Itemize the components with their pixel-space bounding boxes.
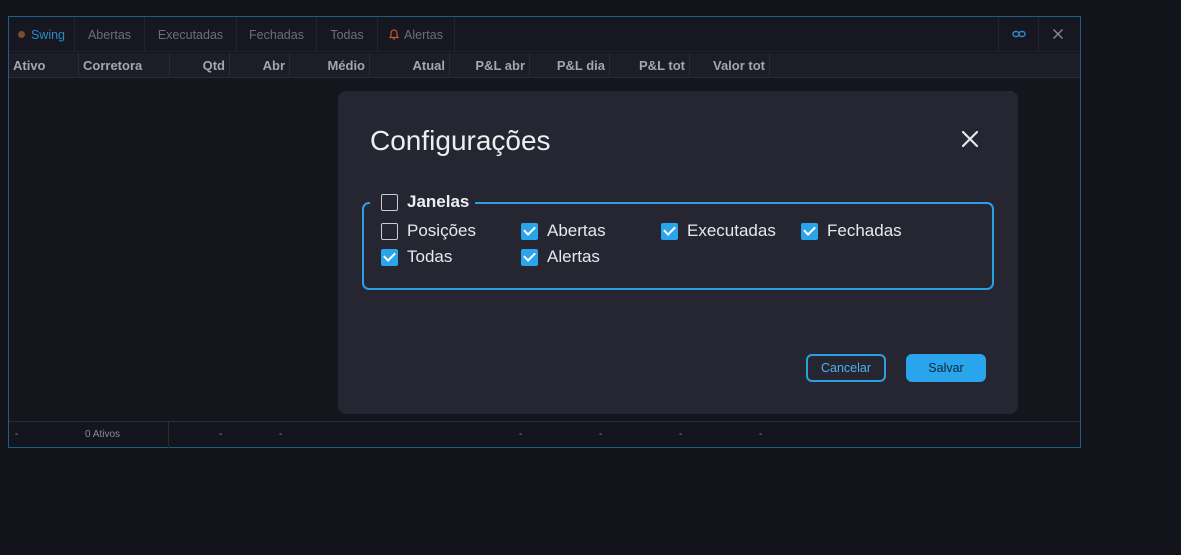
footer-count: 0 Ativos [85, 429, 121, 440]
option-label: Todas [407, 247, 453, 266]
janelas-checkbox[interactable] [381, 193, 398, 211]
checkbox-alertas[interactable] [521, 248, 538, 266]
tab-todas[interactable]: Todas [317, 17, 378, 52]
tab-swing[interactable]: Swing [9, 17, 75, 52]
option-abertas[interactable]: Abertas [512, 221, 606, 241]
footer-pl-abr: - [519, 429, 523, 440]
option-fechadas[interactable]: Fechadas [792, 221, 902, 241]
footer-divider [168, 422, 169, 448]
column-header-abr[interactable]: Abr [230, 53, 290, 78]
column-header-ativo[interactable]: Ativo [9, 53, 79, 78]
option-label: Alertas [547, 247, 600, 266]
tab-executadas[interactable]: Executadas [145, 17, 237, 52]
tab-abertas[interactable]: Abertas [75, 17, 145, 52]
close-icon [1053, 29, 1063, 39]
footer-abr: - [279, 429, 283, 440]
column-header-medio[interactable]: Médio [290, 53, 370, 78]
option-label: Posições [407, 221, 476, 240]
save-button[interactable]: Salvar [906, 354, 986, 382]
settings-dialog: Configurações Janelas Posições Abertas E… [338, 91, 1018, 414]
link-button[interactable] [998, 17, 1038, 52]
tab-label: Abertas [87, 28, 132, 42]
tab-bar: Swing Abertas Executadas Fechadas Todas … [9, 17, 1080, 52]
table-header: Ativo Corretora Qtd Abr Médio Atual P&L … [9, 53, 1080, 78]
option-posicoes[interactable]: Posições [372, 221, 476, 241]
option-label: Fechadas [827, 221, 902, 240]
column-header-atual[interactable]: Atual [370, 53, 450, 78]
dialog-title: Configurações [370, 125, 551, 156]
footer-qtd: - [219, 429, 223, 440]
footer-valor-tot: - [759, 429, 763, 440]
close-icon[interactable] [960, 129, 980, 149]
column-header-pl-tot[interactable]: P&L tot [610, 53, 690, 78]
footer-ativo: - [15, 429, 19, 440]
link-icon [1012, 30, 1026, 38]
column-header-pl-abr[interactable]: P&L abr [450, 53, 530, 78]
option-alertas[interactable]: Alertas [512, 247, 600, 267]
tab-label: Swing [30, 28, 66, 42]
tab-label: Fechadas [249, 28, 304, 42]
janelas-label: Janelas [407, 192, 470, 211]
janelas-group-header[interactable]: Janelas [370, 191, 476, 213]
option-executadas[interactable]: Executadas [652, 221, 776, 241]
tab-label: Alertas [404, 28, 443, 42]
column-header-corretora[interactable]: Corretora [79, 53, 170, 78]
bell-icon [389, 29, 400, 40]
janelas-group [362, 202, 994, 290]
footer-pl-dia: - [599, 429, 603, 440]
checkbox-executadas[interactable] [661, 222, 678, 240]
tab-label: Todas [330, 28, 364, 42]
tab-label: Executadas [157, 28, 224, 42]
checkbox-fechadas[interactable] [801, 222, 818, 240]
option-label: Executadas [687, 221, 776, 240]
tab-alertas[interactable]: Alertas [378, 17, 455, 52]
column-header-valor-tot[interactable]: Valor tot [690, 53, 770, 78]
column-header-pl-dia[interactable]: P&L dia [530, 53, 610, 78]
checkbox-abertas[interactable] [521, 222, 538, 240]
option-label: Abertas [547, 221, 606, 240]
status-dot-icon [17, 31, 25, 38]
table-footer: - 0 Ativos - - - - - - [9, 421, 1080, 448]
cancel-button[interactable]: Cancelar [806, 354, 886, 382]
option-todas[interactable]: Todas [372, 247, 452, 267]
tab-fechadas[interactable]: Fechadas [237, 17, 317, 52]
checkbox-posicoes[interactable] [381, 222, 398, 240]
checkbox-todas[interactable] [381, 248, 398, 266]
footer-pl-tot: - [679, 429, 683, 440]
column-header-qtd[interactable]: Qtd [170, 53, 230, 78]
close-panel-button[interactable] [1038, 17, 1078, 52]
